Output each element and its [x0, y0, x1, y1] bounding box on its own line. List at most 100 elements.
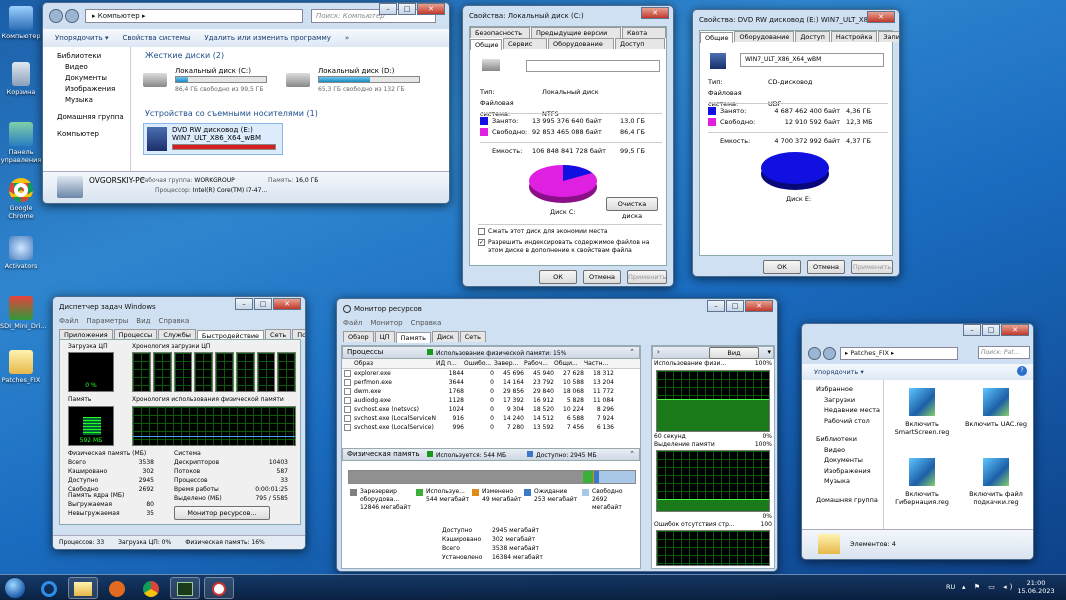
menu-file[interactable]: Файл	[59, 317, 78, 325]
physical-memory-section-header[interactable]: Физическая память Используется: 544 МБ Дос…	[342, 448, 640, 461]
cancel-button[interactable]: Отмена	[807, 260, 845, 274]
maximize-button[interactable]: □	[726, 300, 744, 312]
menu-help[interactable]: Справка	[158, 317, 189, 325]
nav-libraries[interactable]: Библиотеки	[816, 434, 883, 445]
tab-hardware[interactable]: Оборудование	[548, 38, 614, 49]
forward-icon[interactable]	[823, 347, 836, 360]
nav-images[interactable]: Изображения	[816, 466, 883, 477]
col-commit[interactable]: Завер...	[494, 359, 524, 368]
dvd-drive[interactable]: DVD RW дисковод (E:) WIN7_ULT_X86_X64_wB…	[143, 123, 283, 155]
properties-e-titlebar[interactable]: Свойства: DVD RW дисковод (E:) WIN7_ULT_…	[693, 10, 899, 30]
forward-icon[interactable]	[65, 9, 79, 23]
close-button[interactable]: ✕	[417, 3, 445, 15]
desktop-icon-sdi[interactable]: SDI_Mini_Dri...	[0, 296, 47, 330]
close-button[interactable]: ✕	[273, 298, 301, 310]
process-row[interactable]: svchost.exe (LocalServiceNet... 916 0 14 24…	[342, 414, 640, 423]
more-button[interactable]: »	[345, 34, 349, 42]
process-row[interactable]: svchost.exe (LocalService) 996 0 7 280 13 59…	[342, 423, 640, 432]
tab-general[interactable]: Общие	[700, 32, 734, 43]
file-item[interactable]: Включить Гибернация.reg	[890, 458, 954, 506]
minimize-button[interactable]: –	[963, 324, 981, 336]
system-properties-button[interactable]: Свойства системы	[123, 34, 191, 42]
uninstall-button[interactable]: Удалить или изменить программу	[204, 34, 330, 42]
menu-options[interactable]: Параметры	[86, 317, 128, 325]
close-button[interactable]: ✕	[641, 7, 669, 19]
collapse-icon[interactable]: ⌃	[629, 348, 635, 356]
col-working[interactable]: Рабоч...	[524, 359, 554, 368]
nav-recent[interactable]: Недавние места	[816, 405, 883, 416]
nav-computer[interactable]: Компьютер	[57, 129, 130, 140]
desktop-icon-chrome[interactable]: Google Chrome	[0, 178, 42, 220]
desktop-icon-patches[interactable]: Patches_FIX	[0, 350, 42, 384]
expand-icon[interactable]: ›	[657, 348, 660, 356]
taskbar-explorer[interactable]	[68, 577, 98, 599]
minimize-button[interactable]: –	[379, 3, 397, 15]
compress-checkbox-row[interactable]: Сжать этот диск для экономии места	[478, 228, 662, 236]
nav-video[interactable]: Видео	[57, 62, 130, 73]
drive-d[interactable]: Локальный диск (D:) 65,3 ГБ свободно из …	[286, 67, 426, 101]
col-faults[interactable]: Ошибо...	[464, 359, 494, 368]
nav-libraries[interactable]: Библиотеки	[57, 51, 130, 62]
menu-file[interactable]: Файл	[343, 319, 362, 327]
tab-recording[interactable]: Запись	[878, 31, 899, 42]
desktop-icon-computer[interactable]: Компьютер	[0, 6, 42, 40]
volume-label-input[interactable]: WIN7_ULT_X86_X64_wBM	[740, 53, 884, 67]
ok-button[interactable]: ОК	[763, 260, 801, 274]
taskbar-media-player[interactable]	[102, 577, 132, 599]
process-checkbox[interactable]	[344, 388, 351, 395]
patches-titlebar[interactable]: ▸ Patches_FIX ▸ Поиск: Pat... – □ ✕	[802, 324, 1033, 364]
nav-music[interactable]: Музыка	[57, 95, 130, 106]
taskbar-ie[interactable]	[34, 577, 64, 599]
nav-video[interactable]: Видео	[816, 445, 883, 456]
menu-view[interactable]: Вид	[136, 317, 150, 325]
process-checkbox[interactable]	[344, 406, 351, 413]
tab-quota[interactable]: Квота	[622, 27, 666, 38]
maximize-button[interactable]: □	[982, 324, 1000, 336]
close-button[interactable]: ✕	[867, 11, 895, 23]
properties-c-titlebar[interactable]: Свойства: Локальный диск (C:) ✕	[463, 6, 673, 26]
tab-general[interactable]: Общие	[470, 39, 502, 50]
index-checkbox[interactable]: ✓	[478, 239, 485, 246]
nav-homegroup[interactable]: Домашняя группа	[57, 112, 130, 123]
minimize-button[interactable]: –	[235, 298, 253, 310]
tab-network[interactable]: Сеть	[459, 331, 486, 342]
explorer-titlebar[interactable]: ▸ Компьютер ▸ Поиск: Компьютер – □ ✕	[43, 3, 449, 29]
start-button[interactable]	[4, 577, 26, 599]
back-icon[interactable]	[49, 9, 63, 23]
search-input[interactable]: Поиск: Pat...	[978, 346, 1030, 359]
processes-section-header[interactable]: Процессы Использование физической памяти:…	[342, 346, 640, 359]
tab-memory[interactable]: Память	[395, 332, 431, 343]
address-bar[interactable]: ▸ Компьютер ▸	[85, 9, 303, 23]
tab-sharing[interactable]: Доступ	[615, 38, 665, 49]
organize-button[interactable]: Упорядочить ▾	[55, 34, 109, 42]
close-button[interactable]: ✕	[745, 300, 773, 312]
compress-checkbox[interactable]	[478, 228, 485, 235]
maximize-button[interactable]: □	[254, 298, 272, 310]
process-checkbox[interactable]	[344, 424, 351, 431]
process-row[interactable]: audiodg.exe 1128 0 17 392 16 912 5 828 11 084	[342, 396, 640, 405]
view-dropdown[interactable]: Вид	[709, 347, 759, 359]
nav-music[interactable]: Музыка	[816, 476, 883, 487]
desktop-icon-activators[interactable]: Activators	[0, 236, 42, 270]
collapse-icon[interactable]: ⌃	[629, 450, 635, 458]
dropdown-arrow-icon[interactable]: ▾	[767, 348, 771, 356]
desktop-icon-recycle[interactable]: Корзина	[0, 62, 42, 96]
desktop-icon-control-panel[interactable]: Панель управления	[0, 122, 42, 164]
back-icon[interactable]	[808, 347, 821, 360]
tab-customize[interactable]: Настройка	[830, 31, 878, 42]
process-checkbox[interactable]	[344, 379, 351, 386]
process-checkbox[interactable]	[344, 370, 351, 377]
process-row[interactable]: dwm.exe 1768 0 29 856 29 840 18 068 11 772	[342, 387, 640, 396]
col-pid[interactable]: ИД п...	[436, 359, 464, 368]
task-manager-titlebar[interactable]: Диспетчер задач Windows – □ ✕	[53, 297, 305, 317]
ok-button[interactable]: ОК	[539, 270, 577, 284]
index-checkbox-row[interactable]: ✓ Разрешить индексировать содержимое файл…	[478, 239, 662, 255]
minimize-button[interactable]: –	[707, 300, 725, 312]
taskbar-chrome[interactable]	[136, 577, 166, 599]
col-image[interactable]: Образ	[354, 359, 436, 368]
nav-documents[interactable]: Документы	[816, 455, 883, 466]
tray-icons[interactable]: ▴ ⚑ ▭ ◂)	[962, 583, 1015, 591]
menu-monitor[interactable]: Монитор	[370, 319, 402, 327]
process-row[interactable]: perfmon.exe 3644 0 14 164 23 792 10 588 13 204	[342, 378, 640, 387]
file-item[interactable]: Включить файл подкачки.reg	[964, 458, 1028, 506]
